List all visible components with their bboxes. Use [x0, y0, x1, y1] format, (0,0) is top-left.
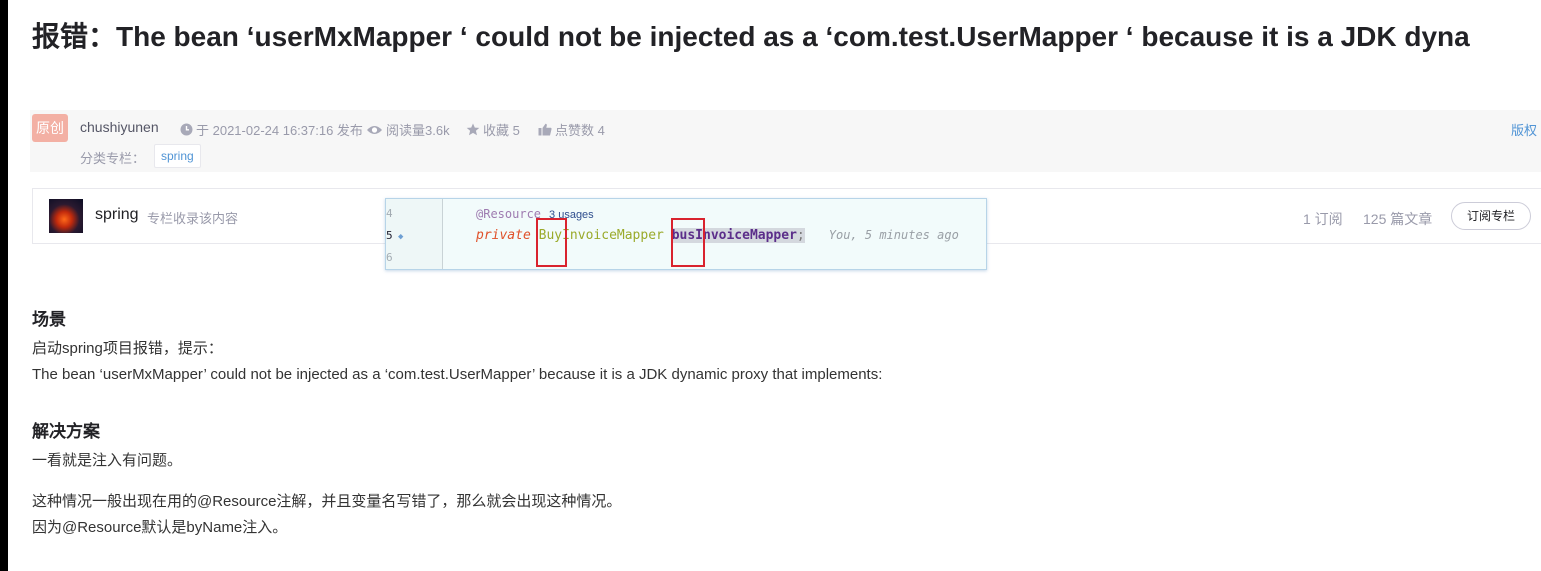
paragraph: 一看就是注入有问题。 [32, 452, 183, 469]
line-number: 6 [386, 251, 393, 264]
bean-gutter-icon: ◆ [398, 232, 404, 242]
code-line-annotation: @Resource 3 usages [476, 207, 594, 221]
author-link[interactable]: chushiyunen [80, 119, 159, 135]
favorite-count[interactable]: 收藏 5 [466, 120, 520, 139]
star-icon [466, 123, 480, 136]
line-number: 4 [386, 207, 393, 220]
category-label: 分类专栏： [80, 151, 146, 166]
highlight-box-type [536, 218, 567, 267]
highlight-box-variable [671, 218, 705, 267]
copyright-link[interactable]: 版权 [1511, 120, 1537, 139]
column-article-count: 125 篇文章 [1363, 211, 1433, 227]
paragraph: 启动spring项目报错，提示： [32, 340, 223, 357]
code-gutter: 4 5 ◆ 6 [386, 199, 443, 269]
git-blame-hint: You, 5 minutes ago [828, 228, 959, 242]
thumbs-up-icon [538, 123, 552, 136]
section-heading-scenario: 场景 [32, 310, 66, 329]
article-title: 报错：The bean ‘userMxMapper ‘ could not be… [32, 21, 1470, 52]
subscribe-column-button[interactable]: 订阅专栏 [1451, 202, 1531, 230]
column-subscriber-count: 1 订阅 [1303, 211, 1343, 227]
paragraph: 这种情况一般出现在用的@Resource注解，并且变量名写错了，那么就会出现这种… [32, 493, 622, 510]
code-screenshot: 4 5 ◆ 6 @Resource 3 usages private BuyInv… [385, 198, 987, 270]
column-thumbnail[interactable] [49, 199, 83, 233]
article-meta-bar: 原创 chushiyunen 于 2021-02-24 16:37:16 发布 … [30, 110, 1541, 172]
read-count: 阅读量3.6k [366, 120, 450, 139]
article-page: 报错：The bean ‘userMxMapper ‘ could not be… [8, 0, 1541, 571]
paragraph: 因为@Resource默认是byName注入。 [32, 519, 288, 536]
original-badge: 原创 [32, 114, 68, 142]
section-heading-solution: 解决方案 [32, 422, 100, 441]
paragraph: The bean ‘userMxMapper’ could not be inj… [32, 366, 883, 383]
line-number: 5 [386, 229, 393, 242]
column-name[interactable]: spring [95, 206, 139, 224]
column-description: 专栏收录该内容 [147, 211, 239, 226]
eye-icon [367, 125, 382, 134]
like-count[interactable]: 点赞数 4 [538, 120, 605, 139]
category-tag-spring[interactable]: spring [154, 144, 201, 168]
publish-time: 于 2021-02-24 16:37:16 发布 [180, 120, 363, 139]
clock-icon [180, 123, 193, 136]
